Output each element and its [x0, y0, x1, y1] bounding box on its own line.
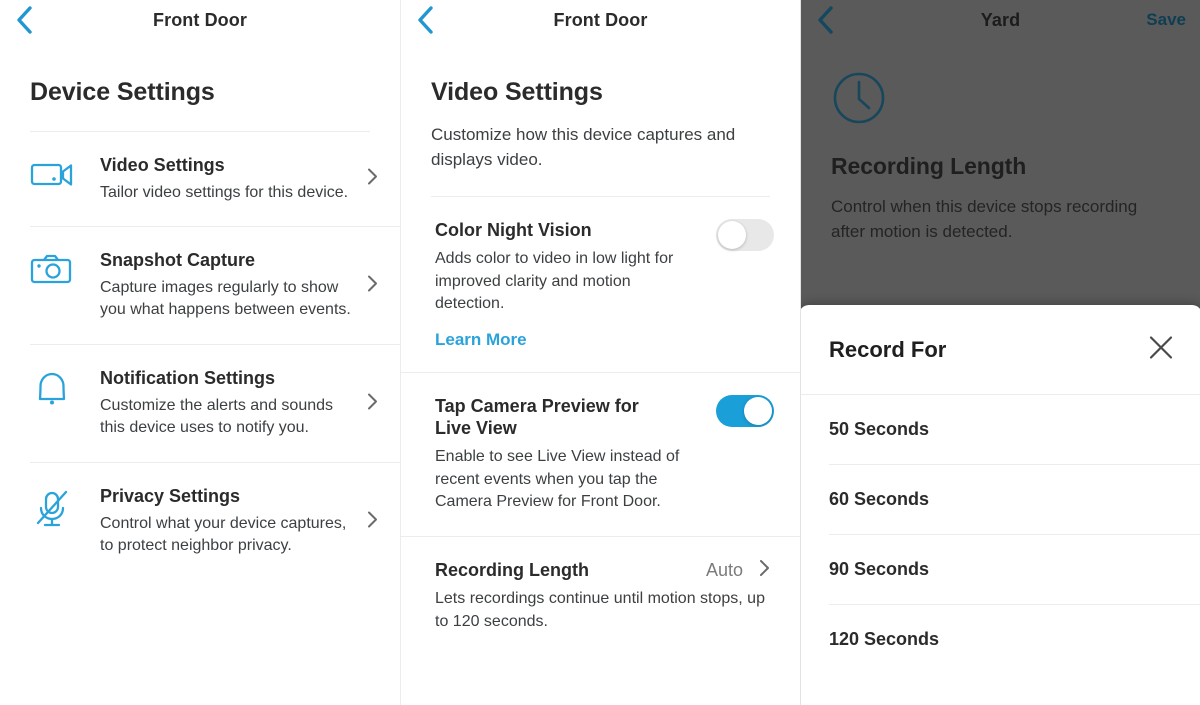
navbar-device-settings: Front Door	[0, 0, 400, 40]
list-item-video-settings[interactable]: Video Settings Tailor video settings for…	[30, 132, 400, 226]
page-description: Control when this device stops recording…	[831, 197, 1138, 242]
list-item-title: Privacy Settings	[100, 486, 241, 507]
bell-icon	[30, 367, 100, 409]
record-for-options: 50 Seconds 60 Seconds 90 Seconds 120 Sec…	[801, 395, 1200, 674]
toggle-knob	[744, 396, 772, 425]
page-title: Recording Length	[831, 153, 1027, 179]
setting-title: Tap Camera Preview for Live View	[435, 395, 639, 439]
option-60-seconds[interactable]: 60 Seconds	[829, 464, 1200, 534]
microphone-off-icon	[30, 485, 100, 531]
device-settings-header: Device Settings	[0, 40, 400, 132]
list-item-text: Video Settings Tailor video settings for…	[100, 154, 400, 204]
option-50-seconds[interactable]: 50 Seconds	[829, 395, 1200, 464]
chevron-right-icon	[367, 274, 378, 297]
list-item-title: Video Settings	[100, 155, 225, 175]
page-title: Device Settings	[30, 78, 215, 106]
list-item-notification-settings[interactable]: Notification Settings Customize the aler…	[30, 344, 400, 462]
list-item-privacy-settings[interactable]: Privacy Settings Control what your devic…	[30, 462, 400, 580]
setting-description: Lets recordings continue until motion st…	[435, 590, 765, 630]
list-item-title: Snapshot Capture	[100, 250, 256, 271]
screen-device-settings: Front Door Device Settings Video Setting…	[0, 0, 400, 705]
navbar-video-settings: Front Door	[401, 0, 800, 40]
chevron-left-icon	[13, 5, 35, 35]
recording-length-body: Recording Length Control when this devic…	[801, 40, 1200, 244]
chevron-right-icon	[367, 392, 378, 415]
page-subtitle: Customize how this device captures and d…	[431, 125, 736, 169]
chevron-right-icon	[367, 510, 378, 533]
option-90-seconds[interactable]: 90 Seconds	[829, 534, 1200, 604]
page-title-nav: Front Door	[153, 9, 247, 30]
settings-list: Video Settings Tailor video settings for…	[0, 132, 400, 580]
setting-row-recording-length[interactable]: Recording Length Auto Lets recordings co…	[401, 536, 800, 655]
list-item-description: Control what your device captures, to pr…	[100, 514, 347, 555]
setting-title: Recording Length	[435, 560, 589, 581]
list-item-text: Notification Settings Customize the aler…	[100, 367, 400, 440]
setting-row-header: Recording Length Auto	[435, 559, 770, 582]
chevron-left-icon	[814, 5, 836, 35]
sheet-header: Record For	[801, 305, 1200, 395]
list-item-description: Customize the alerts and sounds this dev…	[100, 396, 334, 437]
save-button[interactable]: Save	[1146, 10, 1186, 30]
chevron-left-icon	[414, 5, 436, 35]
camera-icon	[30, 249, 100, 287]
setting-row-tap-camera-preview: Tap Camera Preview for Live View Enable …	[401, 371, 800, 536]
list-item-snapshot-capture[interactable]: Snapshot Capture Capture images regularl…	[30, 226, 400, 344]
list-item-text: Privacy Settings Control what your devic…	[100, 485, 400, 558]
setting-row-color-night-vision: Color Night Vision Adds color to video i…	[401, 197, 800, 372]
video-settings-header: Video Settings Customize how this device…	[401, 40, 800, 198]
setting-title: Color Night Vision	[435, 220, 592, 241]
toggle-tap-camera-preview[interactable]	[716, 394, 774, 427]
screen-video-settings: Front Door Video Settings Customize how …	[400, 0, 800, 705]
screen-recording-length: Yard Save Recording Length Control when …	[800, 0, 1200, 705]
chevron-right-icon	[367, 168, 378, 191]
video-camera-icon	[30, 154, 100, 190]
list-item-description: Capture images regularly to show you wha…	[100, 278, 351, 319]
three-screen-comparison: Front Door Device Settings Video Setting…	[0, 0, 1200, 705]
back-button[interactable]	[411, 6, 439, 34]
page-title: Video Settings	[431, 78, 603, 106]
chevron-right-icon	[759, 559, 770, 582]
page-title-nav: Yard	[980, 9, 1021, 30]
sheet-title: Record For	[829, 336, 947, 362]
clock-icon	[831, 70, 1170, 131]
learn-more-link[interactable]: Learn More	[435, 330, 527, 350]
page-title-nav: Front Door	[553, 9, 648, 30]
option-120-seconds[interactable]: 120 Seconds	[829, 604, 1200, 674]
toggle-knob	[718, 221, 746, 250]
close-icon[interactable]	[1146, 332, 1176, 367]
toggle-color-night-vision[interactable]	[716, 219, 774, 252]
back-button[interactable]	[811, 6, 839, 34]
navbar-recording-length: Yard Save	[801, 0, 1200, 40]
list-item-text: Snapshot Capture Capture images regularl…	[100, 249, 400, 322]
setting-description: Enable to see Live View instead of recen…	[435, 447, 680, 511]
setting-description: Adds color to video in low light for imp…	[435, 249, 674, 313]
back-button[interactable]	[10, 6, 38, 34]
list-item-title: Notification Settings	[100, 368, 275, 389]
list-item-description: Tailor video settings for this device.	[100, 183, 349, 201]
record-for-bottom-sheet: Record For 50 Seconds 60 Seconds 90 Seco…	[801, 305, 1200, 705]
setting-value: Auto	[705, 560, 743, 581]
